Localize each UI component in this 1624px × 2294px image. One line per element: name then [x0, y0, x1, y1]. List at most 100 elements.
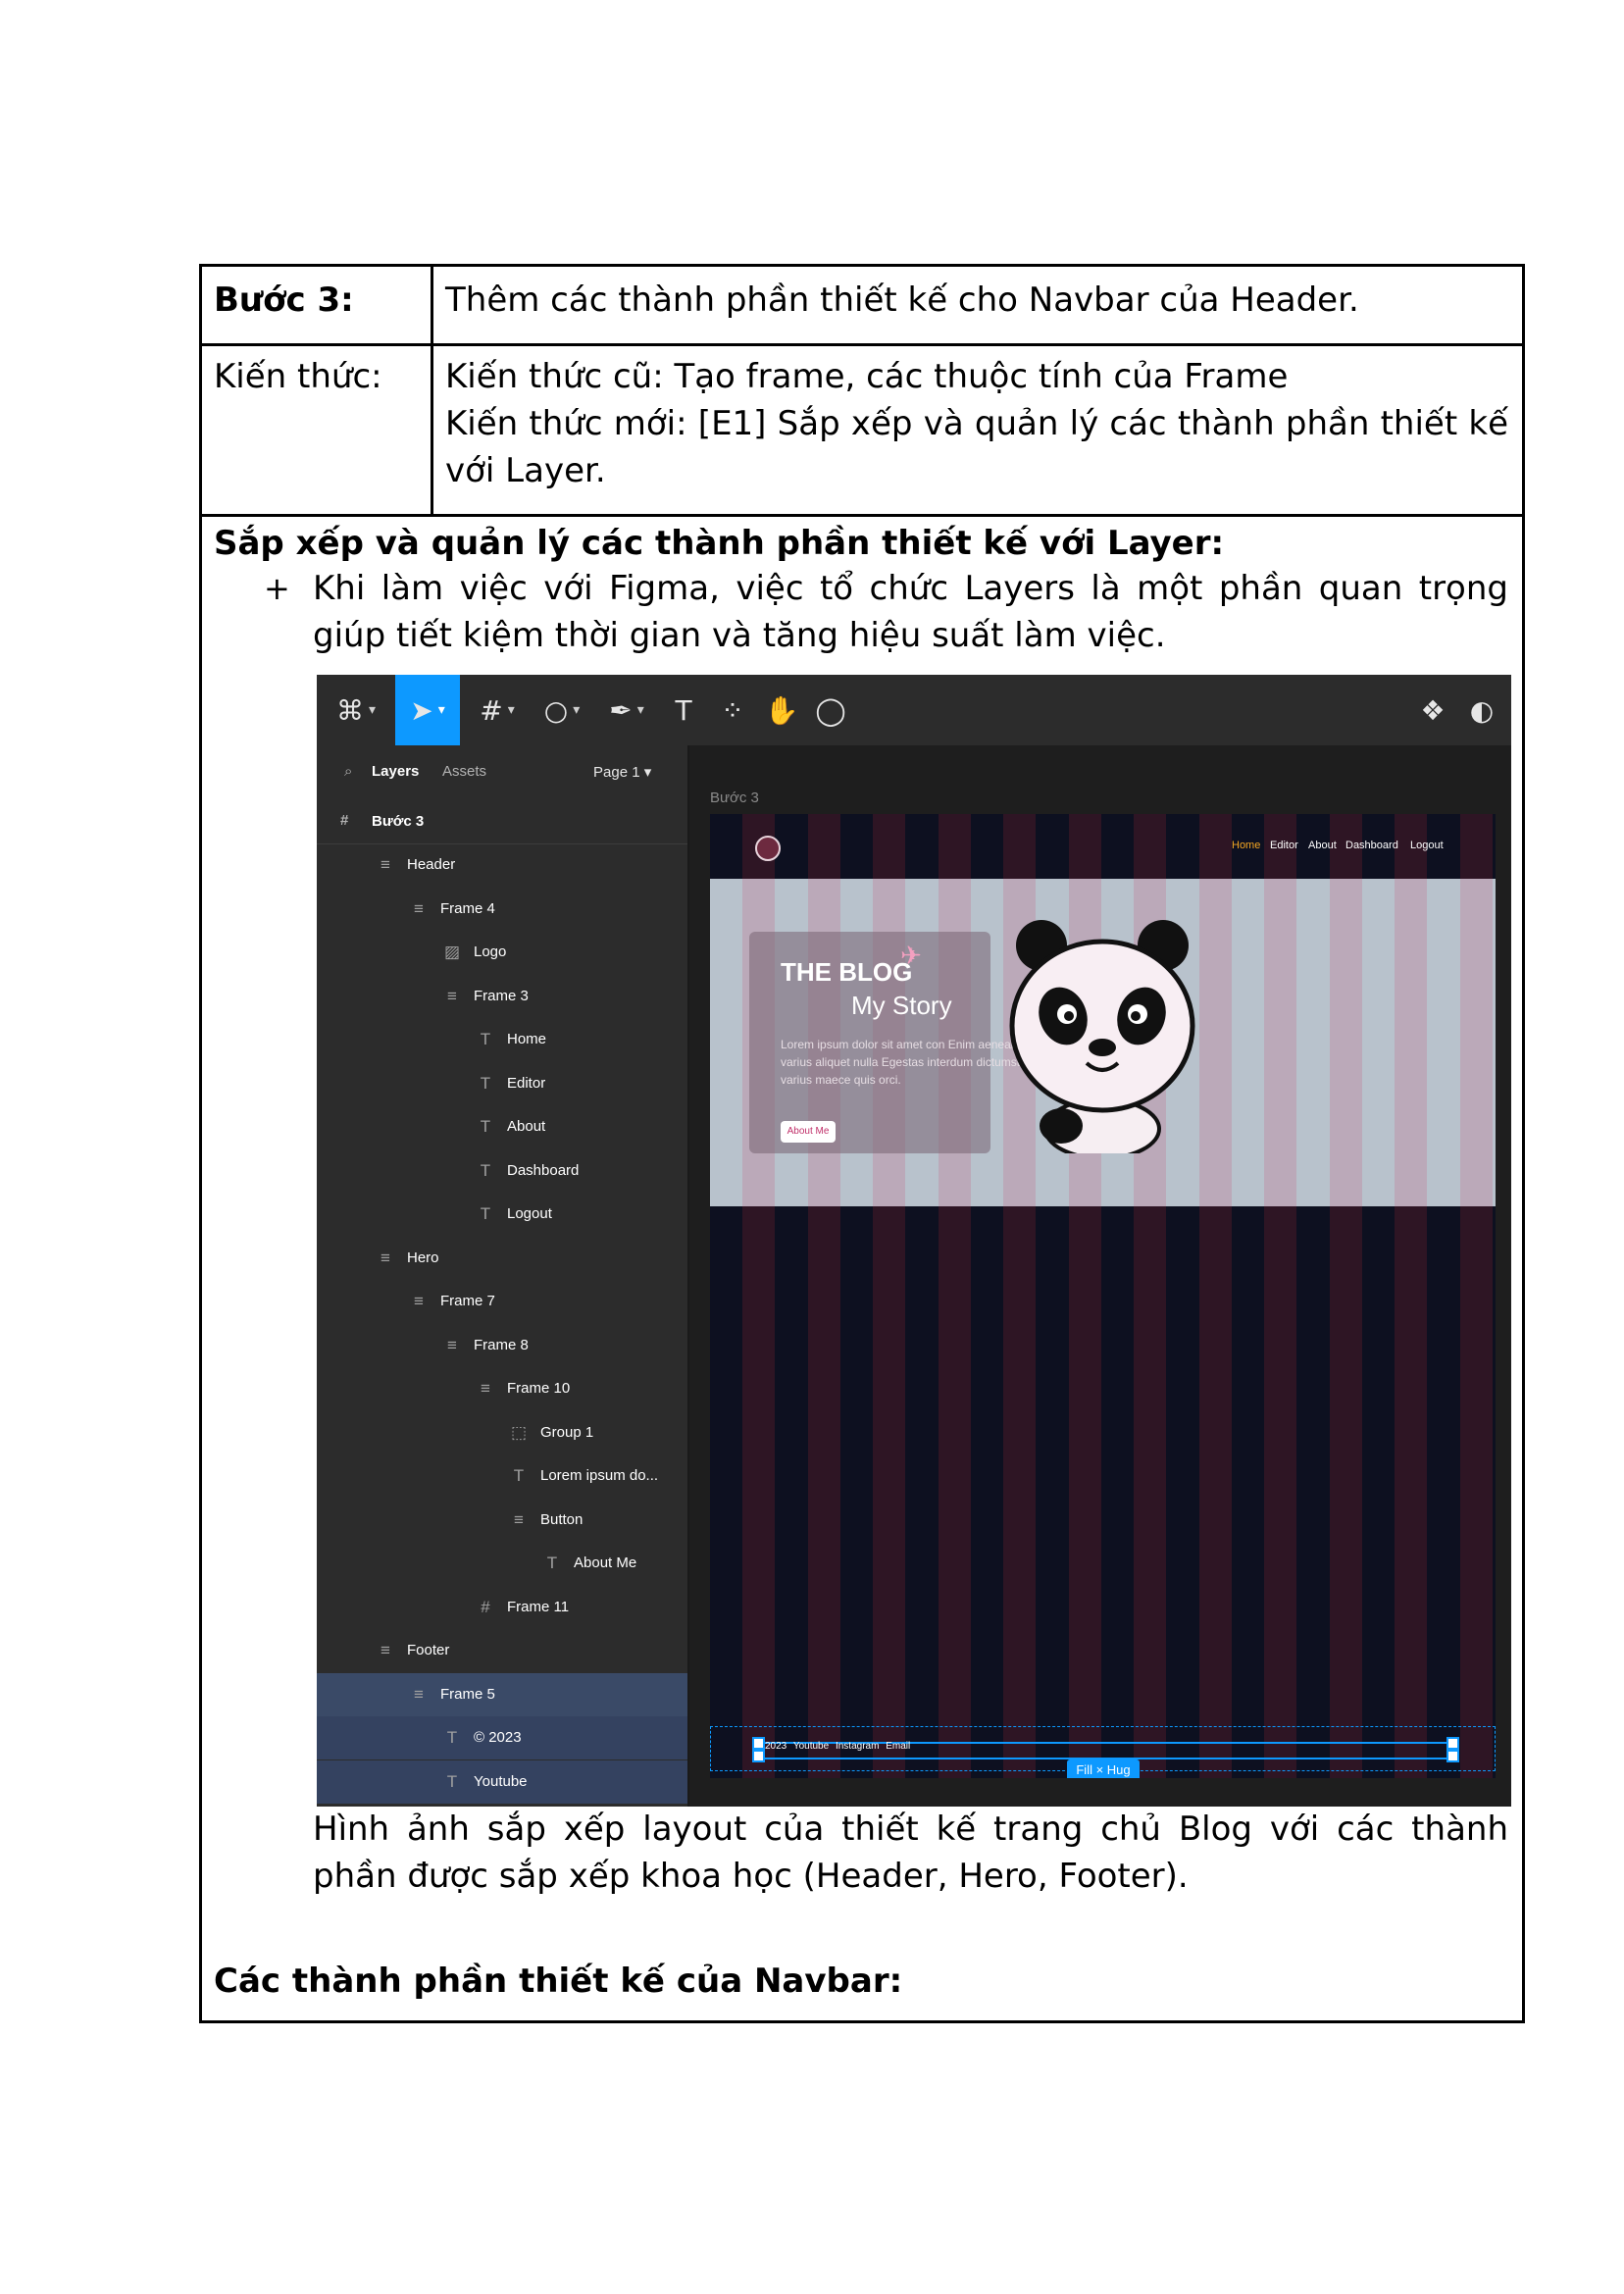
grid-column	[1459, 879, 1493, 1206]
layer-item[interactable]: ≡ Frame 10	[317, 1367, 687, 1410]
autolayout-icon: ≡	[414, 898, 424, 918]
layer-item[interactable]: # Frame 11	[317, 1586, 687, 1629]
layer-item[interactable]: T Editor	[317, 1062, 687, 1105]
layer-label: Header	[407, 856, 456, 873]
layer-item[interactable]: T Home	[317, 1018, 687, 1061]
layer-label: Group 1	[540, 1423, 594, 1441]
shape-tool-icon[interactable]: ○ ▾	[534, 675, 589, 745]
layer-label: Frame 4	[440, 899, 495, 917]
comment-tool-icon[interactable]: ◯	[811, 675, 850, 745]
layer-item[interactable]: T Logout	[317, 1193, 687, 1236]
contrast-icon[interactable]: ◐	[1462, 675, 1501, 745]
autolayout-icon: ≡	[481, 1379, 490, 1398]
layer-label: About Me	[574, 1555, 637, 1571]
hand-tool-icon[interactable]: ✋	[762, 675, 801, 745]
layer-item[interactable]: ≡ Button	[317, 1499, 687, 1542]
nav-logout[interactable]: Logout	[1410, 840, 1444, 851]
text-layer-icon: T	[546, 1554, 558, 1572]
page-layer-label: Bước 3	[372, 813, 425, 830]
pen-tool-icon[interactable]: ✒ ▾	[599, 675, 654, 745]
layer-item[interactable]: T Dashboard	[317, 1149, 687, 1193]
tab-layers[interactable]: Layers	[372, 763, 419, 780]
layer-item[interactable]: ≡ Header	[317, 843, 687, 887]
text-layer-icon: T	[480, 1073, 491, 1093]
frame-hash-icon: #	[340, 812, 349, 829]
search-icon[interactable]: ⌕	[344, 763, 352, 780]
step-table: Bước 3: Thêm các thành phần thiết kế cho…	[199, 264, 1525, 2023]
bullet-text: Khi làm việc với Figma, việc tổ chức Lay…	[313, 569, 1508, 655]
page-layer[interactable]: # Bước 3	[317, 800, 687, 844]
layer-label: Dashboard	[507, 1161, 580, 1179]
nav-home[interactable]: Home	[1232, 840, 1260, 851]
text-layer-icon: T	[480, 1204, 491, 1223]
layer-label: Frame 10	[507, 1380, 571, 1397]
nav-dashboard[interactable]: Dashboard	[1345, 840, 1398, 851]
navbar-heading: Các thành phần thiết kế của Navbar:	[214, 1962, 903, 2001]
layer-item[interactable]: ▨ Logo	[317, 931, 687, 974]
resize-handle[interactable]	[1446, 1750, 1459, 1762]
footer-text: 2023 Youtube Instagram Email	[765, 1741, 911, 1752]
layer-item[interactable]: ≡ Frame 5	[317, 1672, 687, 1716]
design-canvas[interactable]: Bước 3 Home Editor About Dashboard Logou…	[689, 745, 1511, 1807]
resize-handle[interactable]	[752, 1737, 765, 1750]
resources-icon[interactable]: ⁘	[713, 675, 752, 745]
resize-handle[interactable]	[1446, 1737, 1459, 1750]
grid-column	[1329, 879, 1362, 1206]
text-layer-icon: T	[480, 1117, 491, 1136]
frame-label: Bước 3	[710, 790, 759, 806]
move-tool-icon[interactable]: ➤ ▾	[395, 675, 460, 745]
hero-subtitle: My Story	[851, 991, 952, 1020]
figure-caption: Hình ảnh sắp xếp layout của thiết kế tra…	[313, 1810, 1508, 1896]
layer-label: Frame 5	[440, 1685, 495, 1703]
figma-menu-icon[interactable]: ⌘ ▾	[327, 675, 385, 745]
page-selector[interactable]: Page 1 ▾	[593, 763, 651, 781]
layer-label: Frame 7	[440, 1293, 495, 1309]
tab-assets[interactable]: Assets	[442, 763, 486, 780]
group-icon: ⬚	[510, 1422, 528, 1442]
hero-section: THE BLOG My Story ✈ Lorem ipsum dolor si…	[710, 879, 1496, 1206]
layer-item[interactable]: T Lorem ipsum do...	[317, 1454, 687, 1498]
frame-icon: #	[481, 1597, 490, 1616]
knowledge-old: Kiến thức cũ: Tạo frame, các thuộc tính …	[445, 357, 1289, 396]
text-tool-icon[interactable]: T	[664, 675, 703, 745]
layer-item[interactable]: ≡ Frame 4	[317, 888, 687, 931]
step-label: Bước 3:	[214, 280, 354, 320]
panel-tabs: ⌕ Layers Assets Page 1 ▾	[317, 745, 687, 800]
component-icon[interactable]: ❖	[1413, 675, 1452, 745]
text-layer-icon: T	[480, 1160, 491, 1180]
layers-panel: ⌕ Layers Assets Page 1 ▾ # Bước 3 ≡ Heade…	[317, 745, 689, 1807]
text-layer-icon: T	[446, 1728, 458, 1747]
layer-item[interactable]: T Youtube	[317, 1759, 687, 1804]
layer-item[interactable]: ≡ Frame 7	[317, 1280, 687, 1323]
column-divider	[431, 267, 433, 514]
layer-label: Hero	[407, 1249, 439, 1266]
text-layer-icon: T	[480, 1030, 491, 1048]
bullet-marker: +	[264, 570, 290, 607]
layer-item[interactable]: T About	[317, 1105, 687, 1148]
nav-about[interactable]: About	[1308, 840, 1337, 851]
text-layer-icon: T	[513, 1466, 525, 1485]
image-icon: ▨	[443, 943, 461, 961]
resize-handle[interactable]	[752, 1750, 765, 1762]
frame-tool-icon[interactable]: # ▾	[470, 675, 525, 745]
grid-column	[1264, 879, 1296, 1206]
layer-item[interactable]: ≡ Hero	[317, 1237, 687, 1280]
layer-item[interactable]: T About Me	[317, 1542, 687, 1585]
layer-item[interactable]: ≡ Frame 8	[317, 1324, 687, 1367]
layer-item[interactable]: ≡ Frame 3	[317, 975, 687, 1018]
blog-header: Home Editor About Dashboard Logout	[710, 814, 1496, 879]
layer-item[interactable]: T © 2023	[317, 1716, 687, 1759]
text-layer-icon: T	[446, 1771, 458, 1791]
about-me-button[interactable]: About Me	[781, 1121, 836, 1143]
layer-label: Youtube	[474, 1772, 528, 1790]
figma-screenshot: ⌘ ▾ ➤ ▾ # ▾ ○ ▾ ✒ ▾ T ⁘ ✋ ◯ ❖ ◐ ⌕ Layers Asse…	[317, 675, 1511, 1807]
layer-label: Logo	[474, 943, 507, 960]
hero-title: THE BLOG	[781, 957, 913, 987]
autolayout-icon: ≡	[414, 1684, 424, 1704]
layer-item[interactable]: ≡ Footer	[317, 1629, 687, 1672]
blog-frame[interactable]: Home Editor About Dashboard Logout THE B…	[710, 814, 1496, 1778]
layer-item[interactable]: ⬚ Group 1	[317, 1411, 687, 1454]
fill-hug-badge: Fill × Hug	[1067, 1759, 1140, 1778]
nav-editor[interactable]: Editor	[1270, 840, 1298, 851]
grid-column	[1395, 879, 1427, 1206]
